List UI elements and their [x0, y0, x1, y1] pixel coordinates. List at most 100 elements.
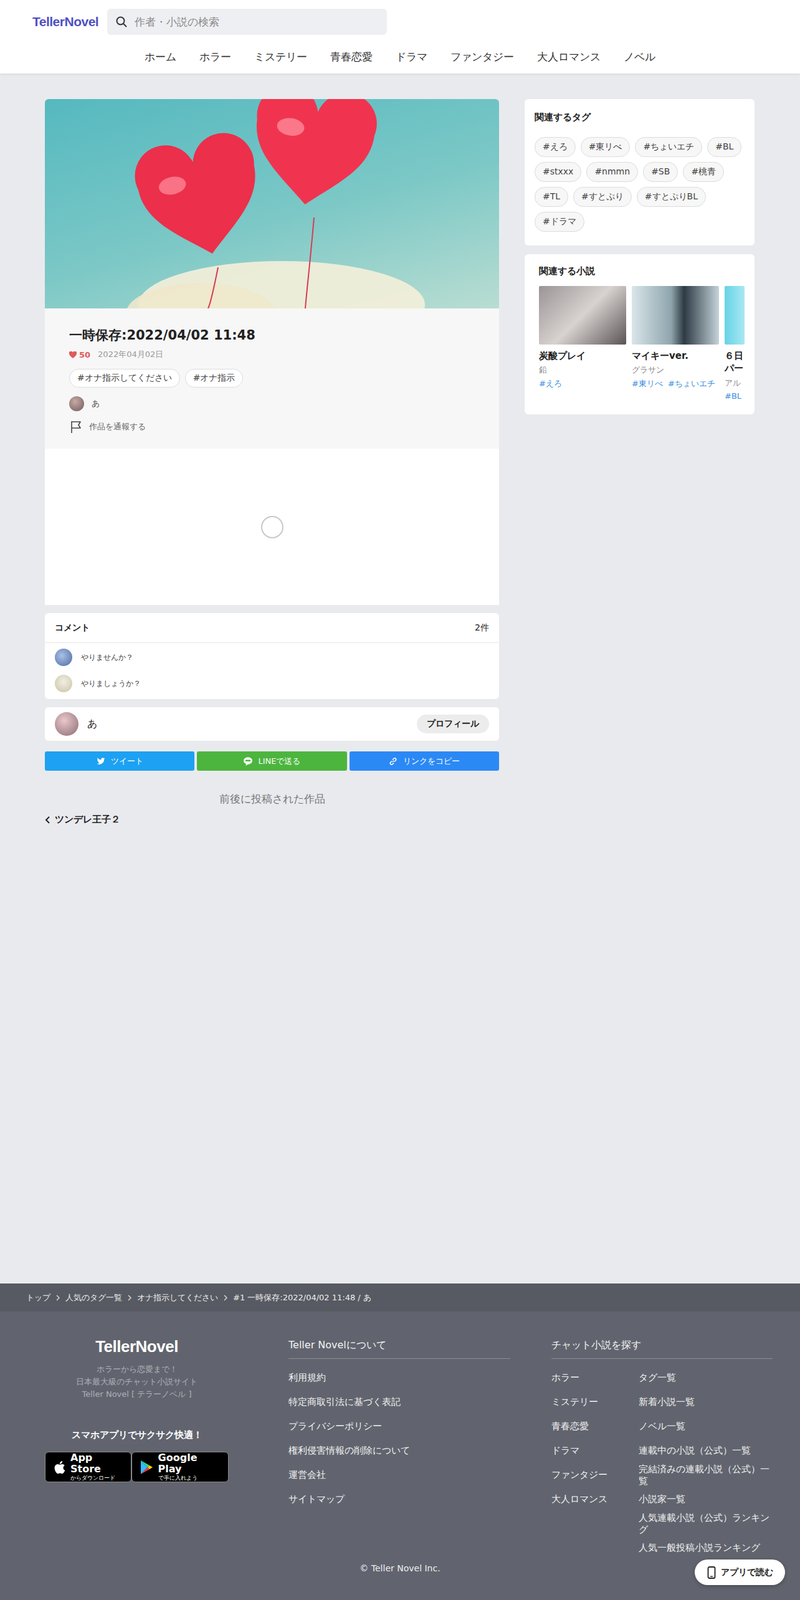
share-button[interactable]: ツイート	[44, 751, 195, 771]
nav-item[interactable]: ノベル	[623, 49, 656, 65]
footer-link[interactable]: 新着小説一覧	[638, 1390, 773, 1415]
badge-text: Google Playで手に入れよう	[158, 1452, 221, 1482]
related-tag[interactable]: #nmmn	[586, 161, 639, 182]
post-date: 2022年04月02日	[97, 348, 164, 361]
novel-tag[interactable]: #BL	[724, 391, 742, 401]
search-input[interactable]	[133, 14, 379, 29]
related-tag[interactable]: #ドラマ	[534, 211, 585, 232]
novel-column: 一時保存:2022/04/02 11:48502022年04月02日#オナ指示し…	[44, 99, 500, 826]
footer-link[interactable]: タグ一覧	[638, 1365, 773, 1391]
novel-meta: 50 2022年04月02日	[69, 348, 475, 361]
related-tag[interactable]: #すとぷり	[573, 186, 632, 207]
store-badges: App Storeからダウンロード Google Playで手に入れよう	[44, 1451, 229, 1483]
like-number: 50	[79, 350, 91, 360]
footer-link[interactable]: ドラマ	[551, 1438, 639, 1463]
profile-button[interactable]: プロフィール	[416, 714, 490, 734]
explore-title: チャット小説を探す	[551, 1335, 773, 1359]
novel-tags: #えろ	[538, 378, 627, 390]
related-novel[interactable]: ６日パーアル#BL	[724, 285, 745, 401]
related-tag[interactable]: #桃青	[682, 161, 724, 182]
breadcrumb-item[interactable]: #1 一時保存:2022/04/02 11:48 / あ	[233, 1292, 372, 1304]
related-tag[interactable]: #ちょいエチ	[634, 137, 703, 158]
related-tag[interactable]: #stxxx	[534, 161, 582, 182]
share-button[interactable]: リンクをコピー	[349, 751, 500, 771]
footer-link[interactable]: 青春恋愛	[551, 1414, 639, 1439]
comment-text: やりませんか？	[80, 652, 134, 663]
novel-thumbnail	[538, 285, 627, 345]
chevron-left-icon	[44, 815, 52, 825]
site-logo[interactable]: TellerNovel	[32, 14, 99, 30]
related-novel[interactable]: マイキーver.グラサン#東リべ#ちょいエチ	[631, 285, 720, 401]
breadcrumb-item[interactable]: トップ	[26, 1292, 51, 1304]
novel-thumbnail	[724, 285, 745, 345]
footer-link[interactable]: ノベル一覧	[638, 1414, 773, 1439]
breadcrumb-item[interactable]: 人気のタグ一覧	[65, 1292, 123, 1304]
nav-item[interactable]: ホーム	[144, 49, 177, 65]
header-bar: TellerNovel	[0, 0, 800, 44]
nav-item[interactable]: ファンタジー	[450, 49, 515, 65]
profile-avatar	[54, 712, 79, 736]
novel-tag[interactable]: #ちょいエチ	[667, 378, 716, 390]
comments-card: コメント2件やりませんか？やりましょうか？	[44, 613, 500, 700]
related-tag[interactable]: #えろ	[534, 137, 576, 158]
related-tag[interactable]: #東リべ	[580, 137, 631, 158]
footer-link[interactable]: プライバシーポリシー	[288, 1414, 511, 1439]
app-read-button[interactable]: アプリで読む	[694, 1559, 786, 1586]
tagline-line: 日本最大級のチャット小説サイト	[76, 1375, 198, 1389]
tag-pill[interactable]: #オナ指示してください	[69, 368, 181, 388]
nav-item[interactable]: ミステリー	[254, 49, 308, 65]
nav-item[interactable]: ドラマ	[395, 49, 428, 65]
chevron-right-icon	[55, 1294, 61, 1301]
share-button[interactable]: LINEで送る	[196, 751, 347, 771]
novel-author: グラサン	[631, 364, 720, 376]
tagline-line: ホラーから恋愛まで！	[76, 1363, 198, 1376]
about-title: Teller Novelについて	[288, 1335, 511, 1359]
footer-link[interactable]: サイトマップ	[288, 1487, 511, 1512]
footer-link[interactable]: 人気一般投稿小説ランキング	[638, 1535, 773, 1561]
footer-link[interactable]: ファンタジー	[551, 1462, 639, 1488]
footer-link[interactable]: ホラー	[551, 1365, 639, 1391]
novel-tag[interactable]: #えろ	[538, 378, 562, 390]
footer-about: Teller Novelについて利用規約特定商取引法に基づく表記プライバシーポリ…	[288, 1335, 511, 1561]
cover-image	[44, 99, 500, 309]
smartphone-icon	[707, 1566, 716, 1579]
author-row[interactable]: あ	[69, 396, 475, 412]
related-novel-list: 炭酸プレイ鉛#えろマイキーver.グラサン#東リべ#ちょいエチ６日パーアル#BL	[538, 285, 745, 401]
footer-link[interactable]: 利用規約	[288, 1365, 511, 1391]
novel-info: 一時保存:2022/04/02 11:48502022年04月02日#オナ指示し…	[44, 308, 500, 449]
related-tag[interactable]: #TL	[534, 186, 569, 207]
footer-link[interactable]: 人気連載小説（公式）ランキング	[638, 1511, 773, 1536]
novel-tag[interactable]: #東リべ	[631, 378, 663, 390]
related-tag[interactable]: #すとぷりBL	[636, 186, 706, 207]
breadcrumb-item[interactable]: オナ指示してください	[137, 1292, 219, 1304]
copyright: © Teller Novel Inc.	[44, 1562, 800, 1574]
tag-pill[interactable]: #オナ指示	[185, 368, 244, 388]
footer-tagline: ホラーから恋愛まで！日本最大級のチャット小説サイトTeller Novel [ …	[76, 1363, 198, 1401]
footer-link[interactable]: 大人ロマンス	[551, 1487, 639, 1512]
badge-main: Google Play	[158, 1452, 221, 1475]
related-tag[interactable]: #SB	[642, 161, 678, 182]
store-badge[interactable]: App Storeからダウンロード	[44, 1451, 132, 1483]
report-link[interactable]: 作品を通報する	[69, 419, 475, 434]
store-badge[interactable]: Google Playで手に入れよう	[131, 1451, 229, 1483]
footer-link[interactable]: 運営会社	[288, 1462, 511, 1488]
commenter-avatar	[54, 674, 73, 693]
footer-link[interactable]: 権利侵害情報の削除について	[288, 1438, 511, 1463]
previous-novel-link[interactable]: ツンデレ王子２	[44, 813, 500, 826]
footer-link[interactable]: ミステリー	[551, 1390, 639, 1415]
nav-item[interactable]: 青春恋愛	[330, 49, 373, 65]
cover-photo	[44, 99, 500, 309]
footer-link[interactable]: 特定商取引法に基づく表記	[288, 1390, 511, 1415]
footer-link[interactable]: 連載中の小説（公式）一覧	[638, 1438, 773, 1463]
share-label: LINEで送る	[257, 755, 301, 767]
footer-link[interactable]: 完結済みの連載小説（公式）一覧	[638, 1462, 773, 1488]
like-count[interactable]: 50	[69, 350, 91, 360]
loading-spinner	[261, 515, 284, 539]
search-box[interactable]	[107, 8, 387, 35]
footer-link[interactable]: 小説家一覧	[638, 1487, 773, 1512]
nav-item[interactable]: 大人ロマンス	[537, 49, 601, 65]
explore-links: ホラーミステリー青春恋愛ドラマファンタジー大人ロマンス タグ一覧新着小説一覧ノベル…	[551, 1365, 773, 1561]
nav-item[interactable]: ホラー	[199, 49, 232, 65]
related-novel[interactable]: 炭酸プレイ鉛#えろ	[538, 285, 627, 401]
related-tag[interactable]: #BL	[707, 137, 742, 158]
